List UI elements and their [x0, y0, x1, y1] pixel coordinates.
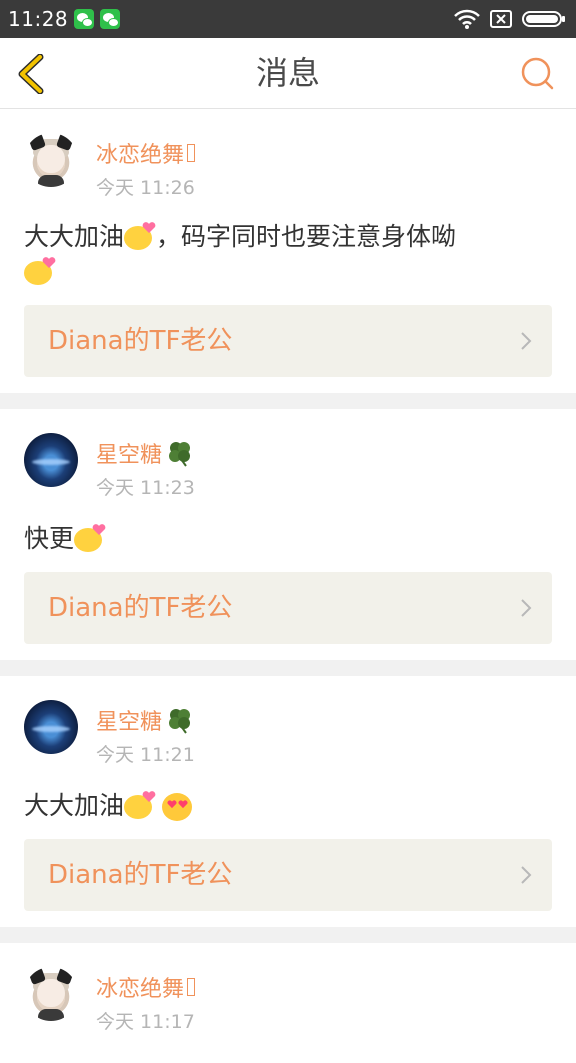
kiss-emoji [124, 222, 156, 250]
message-card: 星空糖 今天 11:23 快更 Diana的TF老公 [0, 409, 576, 660]
search-icon [521, 57, 554, 90]
wechat-notification-icon [74, 9, 95, 29]
chevron-right-icon [521, 599, 532, 617]
message-card: 星空糖 今天 11:21 大大加油 Diana的TF老公 [0, 676, 576, 927]
chevron-right-icon [521, 332, 532, 350]
message-text-part: ，码字同时也要注意身体呦 [156, 222, 457, 251]
message-text-part: 大大加油 [24, 791, 125, 820]
status-time: 11:28 [8, 7, 69, 31]
wifi-icon [454, 9, 480, 29]
message-text: 大大加油 ，码字同时也要注意身体呦 [24, 219, 546, 289]
header: 消息 [0, 38, 576, 109]
linked-work-title: Diana的TF老公 [48, 326, 233, 356]
message-text-part: 大大加油 [24, 222, 125, 251]
missing-glyph-icon [187, 144, 196, 162]
chevron-right-icon [521, 866, 532, 884]
message-list: 冰恋绝舞 今天 11:26 大大加油 ，码字同时也要注意身体呦 Diana的TF老… [0, 109, 576, 1063]
avatar[interactable] [24, 967, 78, 1021]
avatar[interactable] [24, 700, 78, 754]
linked-work-button[interactable]: Diana的TF老公 [24, 839, 552, 911]
timestamp: 今天 11:21 [96, 744, 195, 766]
wechat-notification-icon [100, 9, 121, 29]
status-bar: 11:28 [0, 0, 576, 38]
sim-icon [490, 10, 512, 28]
clover-icon [166, 706, 194, 734]
divider [0, 927, 576, 943]
divider [0, 393, 576, 409]
username[interactable]: 星空糖 [96, 704, 194, 736]
username[interactable]: 冰恋绝舞 [96, 971, 196, 1003]
avatar[interactable] [24, 433, 78, 487]
avatar[interactable] [24, 133, 78, 187]
kiss-emoji [24, 257, 56, 285]
timestamp: 今天 11:26 [96, 177, 195, 199]
username-text: 冰恋绝舞 [96, 977, 185, 1002]
timestamp: 今天 11:23 [96, 477, 195, 499]
linked-work-title: Diana的TF老公 [48, 593, 233, 623]
message-text: 大大加油 [24, 788, 546, 823]
timestamp: 今天 11:17 [96, 1011, 195, 1033]
message-text-part: 快更 [24, 524, 75, 553]
linked-work-title: Diana的TF老公 [48, 860, 233, 890]
linked-work-button[interactable]: Diana的TF老公 [24, 305, 552, 377]
clover-icon [166, 439, 194, 467]
message-card: 冰恋绝舞 今天 11:17 [0, 943, 576, 1063]
battery-icon [522, 10, 566, 28]
heart-eyes-emoji [160, 791, 193, 821]
message-card: 冰恋绝舞 今天 11:26 大大加油 ，码字同时也要注意身体呦 Diana的TF老… [0, 109, 576, 393]
search-button[interactable] [520, 56, 554, 90]
kiss-emoji [124, 791, 156, 819]
username[interactable]: 冰恋绝舞 [96, 137, 196, 169]
missing-glyph-icon [187, 978, 196, 996]
kiss-emoji [74, 524, 106, 552]
username-text: 星空糖 [96, 710, 163, 735]
linked-work-button[interactable]: Diana的TF老公 [24, 572, 552, 644]
message-text: 快更 [24, 521, 546, 556]
username[interactable]: 星空糖 [96, 437, 194, 469]
divider [0, 660, 576, 676]
page-title: 消息 [255, 54, 320, 92]
username-text: 星空糖 [96, 443, 163, 468]
username-text: 冰恋绝舞 [96, 143, 185, 168]
